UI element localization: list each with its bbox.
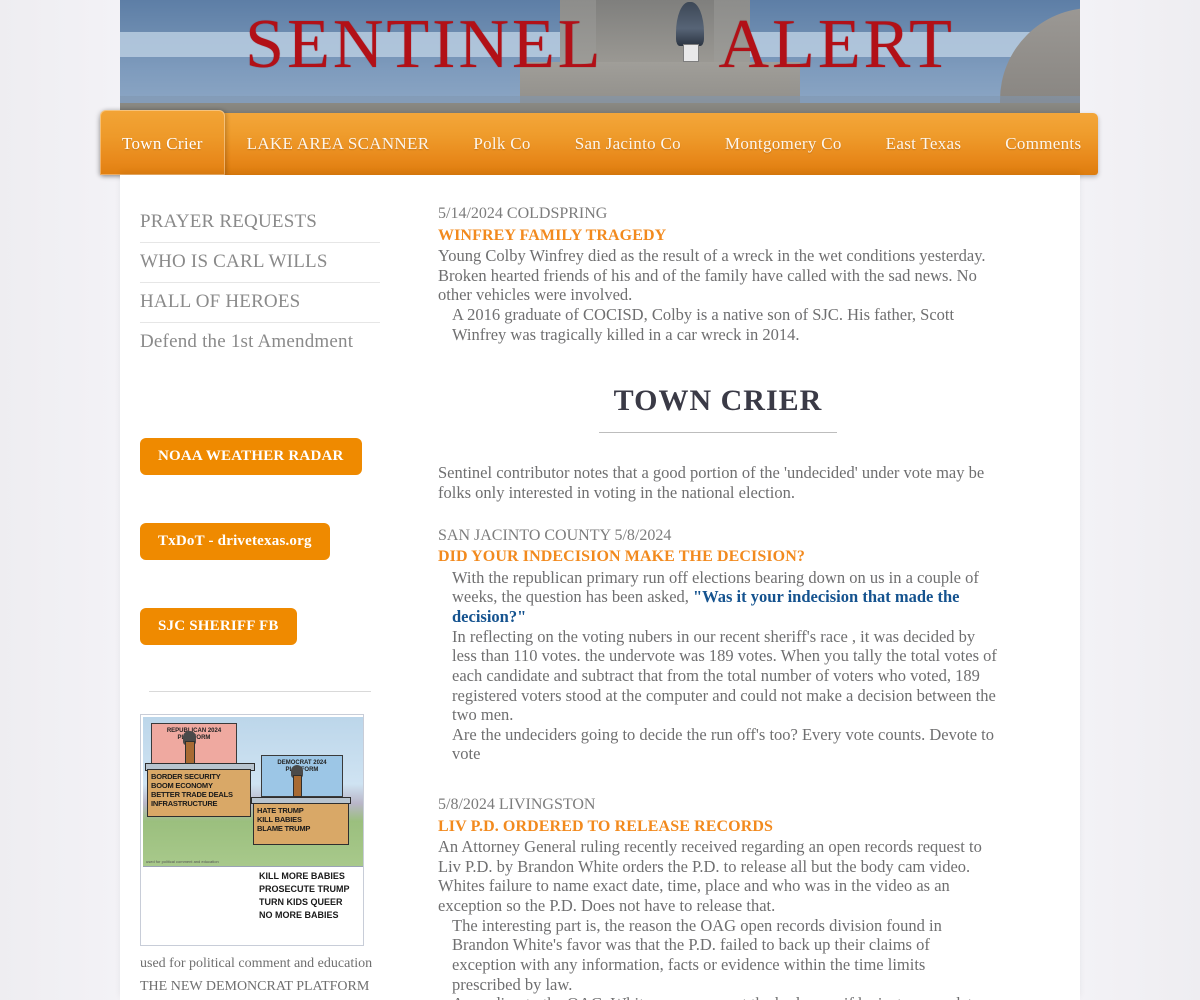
cartoon-democrat-crate: HATE TRUMP KILL BABIES BLAME TRUMP [253, 803, 349, 845]
cartoon-inline-credit: used for political comment and education [146, 859, 219, 864]
noaa-button-wrap: NOAA WEATHER RADAR [140, 438, 380, 475]
cartoon-republican-podium [185, 741, 195, 765]
article-indecision-paragraph-2: In reflecting on the voting nubers in ou… [452, 626, 997, 725]
sidebar-divider [149, 691, 371, 692]
cartoon-extra-list: KILL MORE BABIES PROSECUTE TRUMP TURN KI… [259, 871, 350, 921]
political-cartoon: REPUBLICAN 2024 PLATFORM BORDER SECURITY… [140, 714, 364, 946]
sidebar-link-who-is-carl-wills[interactable]: WHO IS CARL WILLS [140, 243, 380, 283]
article-liv-pd-paragraph-2: The interesting part is, the reason the … [452, 915, 942, 994]
nav-tab-montgomery-co[interactable]: Montgomery Co [703, 113, 864, 175]
sjc-button-wrap: SJC SHERIFF FB [140, 608, 380, 645]
cartoon-republican-planks: BORDER SECURITY BOOM ECONOMY BETTER TRAD… [151, 772, 233, 809]
nav-tab-polk-co[interactable]: Polk Co [451, 113, 552, 175]
sidebar: PRAYER REQUESTS WHO IS CARL WILLS HALL O… [140, 203, 380, 997]
nav-tab-town-crier[interactable]: Town Crier [100, 110, 225, 175]
cartoon-artwork: REPUBLICAN 2024 PLATFORM BORDER SECURITY… [143, 717, 363, 867]
sjc-sheriff-fb-button[interactable]: SJC SHERIFF FB [140, 608, 297, 645]
article-winfrey-paragraph-1: Young Colby Winfrey died as the result o… [438, 246, 986, 305]
nav-tab-lake-area-scanner[interactable]: LAKE AREA SCANNER [225, 113, 452, 175]
noaa-weather-radar-button[interactable]: NOAA WEATHER RADAR [140, 438, 362, 475]
txdot-drivetexas-button[interactable]: TxDoT - drivetexas.org [140, 523, 330, 560]
article-indecision: SAN JACINTO COUNTY 5/8/2024 DID YOUR IND… [438, 525, 998, 764]
main-column: 5/14/2024 COLDSPRING WINFREY FAMILY TRAG… [438, 203, 998, 1000]
section-title-town-crier: TOWN CRIER [613, 384, 823, 418]
contributor-note: Sentinel contributor notes that a good p… [438, 463, 985, 502]
content-area: PRAYER REQUESTS WHO IS CARL WILLS HALL O… [120, 175, 1080, 1000]
site-title-left: SENTINEL [245, 6, 604, 83]
cartoon-caption-title: THE NEW DEMONCRAT PLATFORM [140, 979, 370, 994]
article-indecision-headline: DID YOUR INDECISION MAKE THE DECISION? [438, 548, 805, 566]
cartoon-caption-credit: used for political comment and education [140, 956, 373, 971]
sidebar-link-prayer-requests[interactable]: PRAYER REQUESTS [140, 203, 380, 243]
spacer-before-livpd [438, 764, 998, 794]
article-winfrey-paragraph-2: A 2016 graduate of COCISD, Colby is a na… [452, 305, 955, 344]
txdot-button-wrap: TxDoT - drivetexas.org [140, 523, 380, 560]
article-liv-pd: 5/8/2024 LIVINGSTON LIV P.D. ORDERED TO … [438, 794, 998, 1000]
nav-tab-comments[interactable]: Comments [983, 113, 1103, 175]
spacer-before-indecision [438, 503, 998, 525]
article-liv-pd-headline: LIV P.D. ORDERED TO RELEASE RECORDS [438, 817, 773, 835]
article-winfrey: 5/14/2024 COLDSPRING WINFREY FAMILY TRAG… [438, 203, 998, 344]
page-root: SENTINEL ALERT Town Crier LAKE AREA SCANN… [0, 0, 1200, 1000]
cartoon-democrat-podium [293, 775, 302, 797]
sidebar-link-hall-of-heroes[interactable]: HALL OF HEROES [140, 283, 380, 323]
article-indecision-paragraph-1: With the republican primary run off elec… [438, 568, 998, 627]
article-winfrey-headline: WINFREY FAMILY TRAGEDY [438, 226, 667, 244]
cartoon-democrat-planks: HATE TRUMP KILL BABIES BLAME TRUMP [257, 806, 311, 834]
nav-tab-san-jacinto-co[interactable]: San Jacinto Co [553, 113, 703, 175]
article-liv-pd-paragraph-1: An Attorney General ruling recently rece… [438, 837, 982, 916]
site-title: SENTINEL ALERT [120, 10, 1080, 80]
site-title-right: ALERT [718, 6, 955, 83]
article-winfrey-date: 5/14/2024 COLDSPRING [438, 205, 608, 222]
spacer-after-winfrey [438, 344, 998, 384]
site-banner: SENTINEL ALERT [120, 0, 1080, 115]
main-navigation: Town Crier LAKE AREA SCANNER Polk Co San… [100, 110, 1098, 175]
article-liv-pd-date: 5/8/2024 LIVINGSTON [438, 796, 596, 813]
cartoon-republican-crate: BORDER SECURITY BOOM ECONOMY BETTER TRAD… [147, 769, 251, 817]
article-liv-pd-paragraph-3: According to the OAG, White can re reque… [438, 994, 998, 1000]
sidebar-link-defend-1st-amendment[interactable]: Defend the 1st Amendment [140, 323, 380, 362]
spacer-after-section-title [438, 433, 998, 463]
article-indecision-paragraph-3: Are the undeciders going to decide the r… [452, 724, 994, 764]
article-indecision-date: SAN JACINTO COUNTY 5/8/2024 [438, 526, 672, 544]
nav-tab-east-texas[interactable]: East Texas [864, 113, 984, 175]
